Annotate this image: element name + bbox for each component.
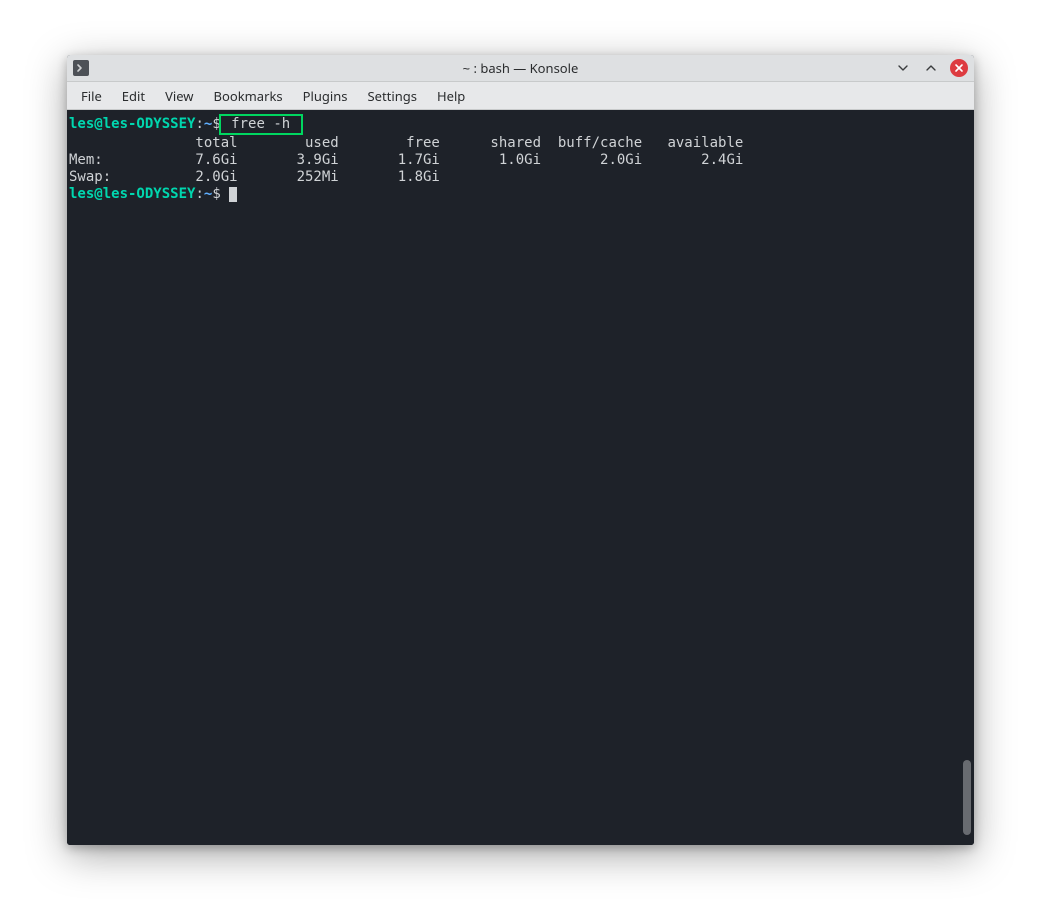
menu-settings[interactable]: Settings <box>358 83 427 109</box>
cursor <box>229 187 237 202</box>
titlebar[interactable]: ~ : bash — Konsole <box>67 55 974 82</box>
prompt-separator: : <box>195 116 203 132</box>
command-highlight: free -h <box>219 114 303 135</box>
prompt-user-host: les@les-ODYSSEY <box>69 116 195 132</box>
maximize-button[interactable] <box>922 59 940 77</box>
menu-bookmarks[interactable]: Bookmarks <box>204 83 293 109</box>
output-swap: Swap: 2.0Gi 252Mi 1.8Gi <box>69 169 972 186</box>
chevron-down-icon <box>897 62 909 74</box>
output-mem: Mem: 7.6Gi 3.9Gi 1.7Gi 1.0Gi 2.0Gi 2.4Gi <box>69 152 972 169</box>
prompt-user-host-2: les@les-ODYSSEY <box>69 186 195 202</box>
chevron-up-icon <box>925 62 937 74</box>
konsole-window: ~ : bash — Konsole File Edit View Bookma… <box>67 55 974 845</box>
menu-edit[interactable]: Edit <box>112 83 155 109</box>
close-button[interactable] <box>950 59 968 77</box>
menu-file[interactable]: File <box>71 83 112 109</box>
menu-plugins[interactable]: Plugins <box>293 83 358 109</box>
window-controls <box>894 59 968 77</box>
command-text: free -h <box>223 116 299 132</box>
menu-help[interactable]: Help <box>427 83 475 109</box>
prompt-dollar-2: $ <box>212 186 220 202</box>
close-icon <box>953 62 965 74</box>
output-header: total used free shared buff/cache availa… <box>69 135 972 152</box>
scrollbar-thumb[interactable] <box>963 760 971 835</box>
window-title: ~ : bash — Konsole <box>67 59 974 77</box>
prompt-separator-2: : <box>195 186 203 202</box>
terminal-area[interactable]: les@les-ODYSSEY:~$ free -h total used fr… <box>67 110 974 845</box>
menubar: File Edit View Bookmarks Plugins Setting… <box>67 82 974 110</box>
minimize-button[interactable] <box>894 59 912 77</box>
menu-view[interactable]: View <box>155 83 203 109</box>
app-icon <box>73 60 89 76</box>
